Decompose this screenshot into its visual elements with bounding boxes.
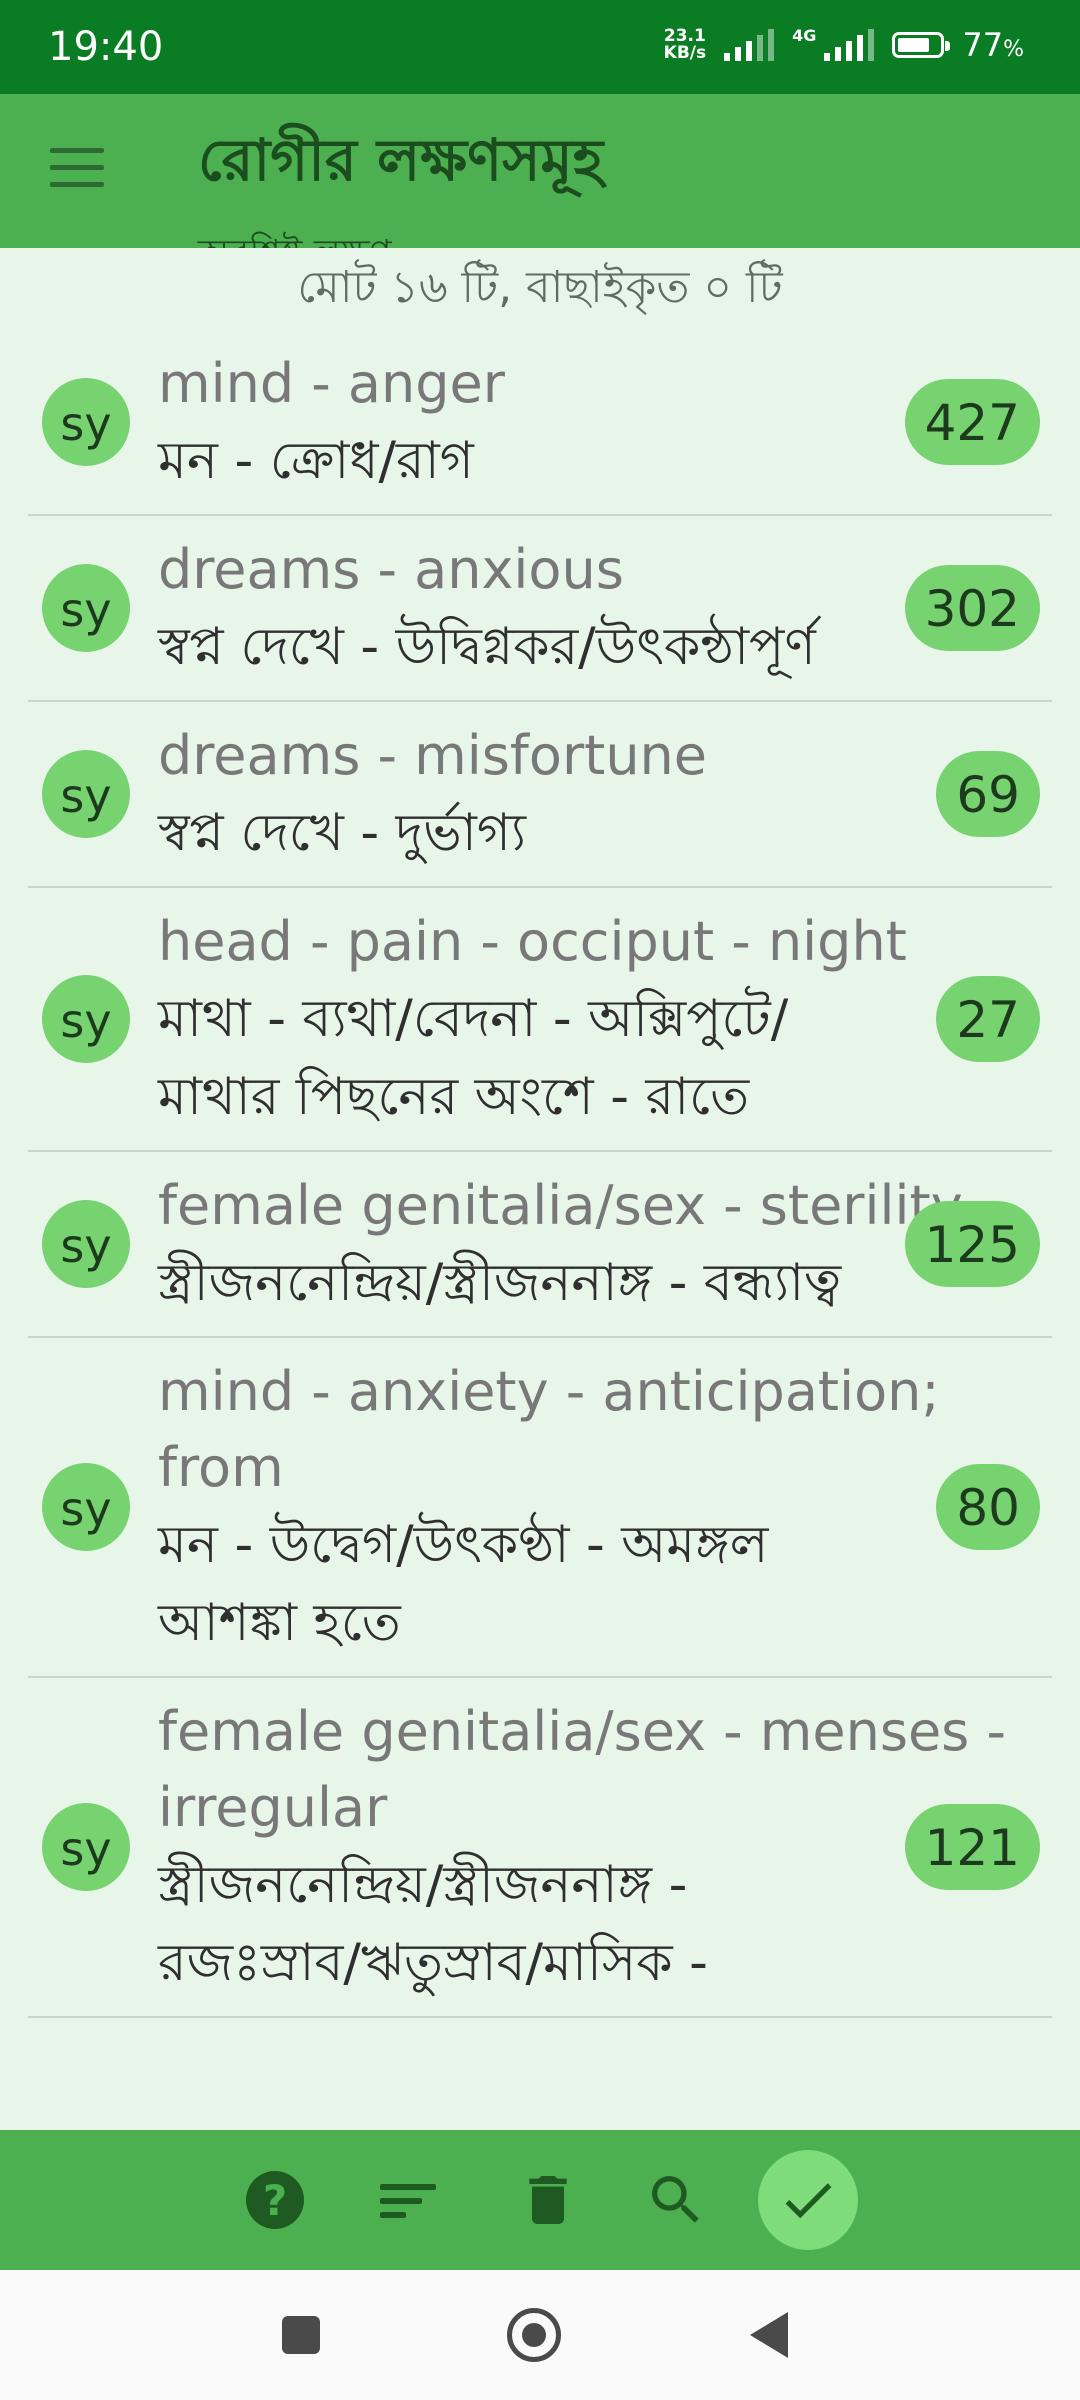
bottom-toolbar: ? bbox=[0, 2130, 1080, 2270]
symptom-bengali: মন - উদ্বেগ/উৎকণ্ঠা - অমঙ্গল আশঙ্কা হতে bbox=[158, 1515, 769, 1653]
remedy-count-badge: 27 bbox=[936, 976, 1040, 1062]
symptom-type-badge: sy bbox=[42, 750, 130, 838]
symptom-english: dreams - misfortune bbox=[158, 724, 707, 787]
help-icon[interactable]: ? bbox=[246, 2171, 304, 2229]
symptom-type-badge: sy bbox=[42, 564, 130, 652]
confirm-button[interactable] bbox=[758, 2150, 858, 2250]
back-icon[interactable] bbox=[750, 2312, 788, 2358]
symptom-row[interactable]: sy mind - anxiety - anticipation; from মন … bbox=[28, 1338, 1052, 1678]
symptom-bengali: স্ত্রীজননেন্দ্রিয়/স্ত্রীজননাঙ্গ - রজঃস্… bbox=[158, 1855, 708, 1993]
symptom-bengali: স্বপ্ন দেখে - উদ্বিগ্নকর/উৎকন্ঠাপূর্ণ bbox=[158, 617, 816, 677]
sort-icon[interactable] bbox=[380, 2168, 444, 2232]
symptom-row[interactable]: sy dreams - anxious স্বপ্ন দেখে - উদ্বিগ্ন… bbox=[28, 516, 1052, 702]
page-title: রোগীর লক্ষণসমূহ bbox=[198, 126, 604, 194]
symptom-row[interactable]: sy dreams - misfortune স্বপ্ন দেখে - দুর্ভ… bbox=[28, 702, 1052, 888]
symptom-bengali: মাথা - ব্যথা/বেদনা - অক্সিপুটে/ মাথার পি… bbox=[158, 989, 789, 1127]
symptom-type-badge: sy bbox=[42, 1200, 130, 1288]
battery-value: 77 bbox=[962, 26, 1004, 64]
selection-summary: মোট ১৬ টি, বাছাইকৃত ০ টি bbox=[297, 262, 783, 313]
system-nav-bar bbox=[0, 2270, 1080, 2400]
symptom-list[interactable]: sy mind - anger মন - ক্রোধ/রাগ 427 sy dreams … bbox=[0, 330, 1080, 2130]
remedy-count-badge: 302 bbox=[904, 565, 1040, 651]
remedy-count-badge: 69 bbox=[936, 751, 1040, 837]
symptom-english: head - pain - occiput - night bbox=[158, 910, 907, 973]
remedy-count-badge: 125 bbox=[904, 1201, 1040, 1287]
symptom-bengali: স্বপ্ন দেখে - দুর্ভাগ্য bbox=[158, 803, 526, 863]
symptom-type-badge: sy bbox=[42, 1463, 130, 1551]
symptom-type-badge: sy bbox=[42, 1803, 130, 1891]
home-icon[interactable] bbox=[507, 2308, 561, 2362]
symptom-type-badge: sy bbox=[42, 975, 130, 1063]
wifi-signal-icon bbox=[724, 29, 775, 61]
check-icon bbox=[785, 2183, 832, 2219]
symptom-bengali: মন - ক্রোধ/রাগ bbox=[158, 431, 474, 491]
recents-icon[interactable] bbox=[282, 2316, 320, 2354]
battery-unit: % bbox=[1003, 37, 1024, 62]
remedy-count-badge: 121 bbox=[904, 1804, 1040, 1890]
symptom-row[interactable]: sy head - pain - occiput - night মাথা - ব্… bbox=[28, 888, 1052, 1152]
remedy-count-badge: 427 bbox=[904, 379, 1040, 465]
symptom-row[interactable]: sy female genitalia/sex - menses - irregu… bbox=[28, 1678, 1052, 2018]
search-icon[interactable] bbox=[644, 2168, 708, 2232]
battery-icon bbox=[892, 32, 951, 58]
network-type: 4G bbox=[792, 26, 817, 45]
symptom-english: mind - anxiety - anticipation; from bbox=[158, 1360, 940, 1499]
symptom-bengali: স্ত্রীজননেন্দ্রিয়/স্ত্রীজননাঙ্গ - বন্ধ্… bbox=[158, 1253, 842, 1313]
app-bar: রোগীর লক্ষণসমূহ অবশিষ্ট লক্ষণ bbox=[0, 94, 1080, 248]
symptom-row[interactable]: sy mind - anger মন - ক্রোধ/রাগ 427 bbox=[28, 330, 1052, 516]
symptom-type-badge: sy bbox=[42, 378, 130, 466]
battery-fill bbox=[898, 38, 930, 52]
page-subtitle: অবশিষ্ট লক্ষণ bbox=[198, 226, 392, 248]
status-time: 19:40 bbox=[48, 24, 164, 70]
status-bar: 19:40 23.1 KB/s 4G 77% bbox=[0, 0, 1080, 94]
network-speed-unit: KB/s bbox=[663, 43, 707, 63]
cell-signal-icon bbox=[824, 29, 875, 61]
symptom-row[interactable]: sy female genitalia/sex - sterility স্ত্রী… bbox=[28, 1152, 1052, 1338]
battery-percentage: 77% bbox=[962, 26, 1024, 64]
network-speed: 23.1 KB/s bbox=[664, 28, 706, 62]
menu-icon[interactable] bbox=[50, 148, 104, 188]
delete-icon[interactable] bbox=[516, 2168, 580, 2232]
status-icons: 23.1 KB/s 4G 77% bbox=[664, 26, 1024, 64]
remedy-count-badge: 80 bbox=[936, 1464, 1040, 1550]
